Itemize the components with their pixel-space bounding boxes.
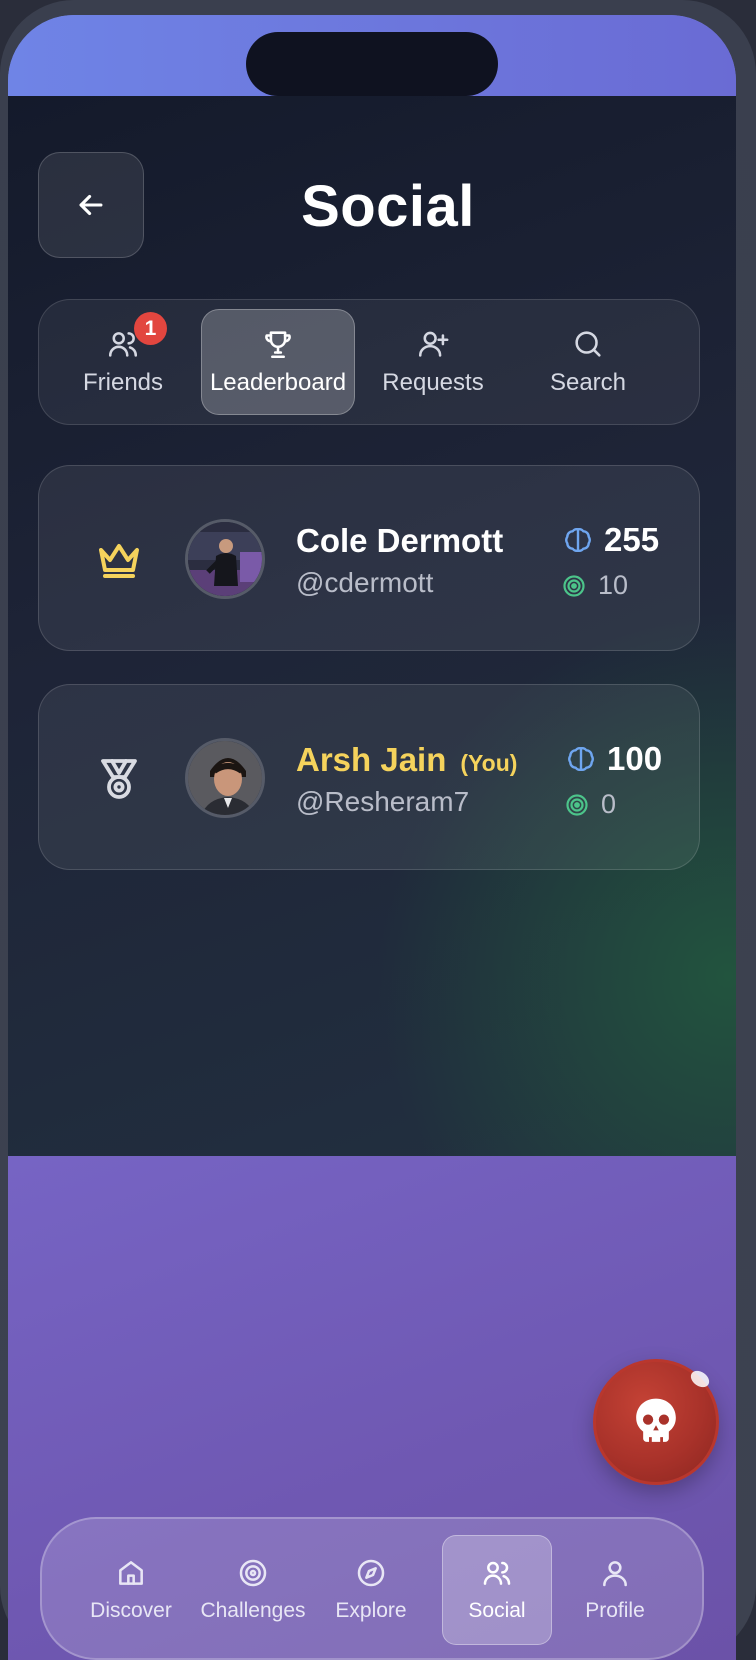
tab-label: Search bbox=[549, 369, 627, 396]
tab-bar: Friends 1 Leaderboard Requests Search bbox=[38, 299, 700, 425]
user-handle: @Resheram7 bbox=[296, 786, 470, 817]
brain-score-value: 100 bbox=[607, 740, 663, 777]
tab-label: Leaderboard bbox=[209, 369, 347, 396]
user-name: Cole Dermott bbox=[296, 522, 504, 559]
crown-icon bbox=[99, 544, 139, 578]
dynamic-island bbox=[246, 32, 498, 96]
brain-score: 255 bbox=[562, 521, 659, 559]
tab-requests[interactable]: Requests bbox=[356, 309, 510, 415]
trophy-icon bbox=[265, 331, 291, 359]
tab-search[interactable]: Search bbox=[511, 309, 665, 415]
nav-social[interactable]: Social bbox=[442, 1535, 552, 1645]
brain-icon bbox=[568, 747, 594, 771]
nav-label: Profile bbox=[585, 1599, 645, 1622]
target-score-value: 10 bbox=[598, 570, 629, 600]
tab-label: Requests bbox=[382, 369, 484, 396]
tab-leaderboard[interactable]: Leaderboard bbox=[201, 309, 355, 415]
avatar bbox=[185, 519, 265, 599]
search-icon bbox=[575, 331, 601, 357]
brain-score-value: 255 bbox=[604, 521, 660, 558]
user-name-row: Arsh Jain (You) bbox=[296, 741, 517, 779]
target-icon bbox=[239, 1559, 267, 1587]
you-label: (You) bbox=[460, 750, 518, 776]
avatar bbox=[185, 738, 265, 818]
nav-profile[interactable]: Profile bbox=[560, 1535, 670, 1645]
user-name: Arsh Jain bbox=[296, 741, 447, 778]
nav-challenges[interactable]: Challenges bbox=[192, 1535, 314, 1645]
target-score: 10 bbox=[562, 570, 628, 601]
users-icon bbox=[483, 1561, 511, 1585]
target-score: 0 bbox=[565, 789, 616, 820]
target-icon bbox=[566, 793, 588, 816]
leaderboard-row[interactable]: Arsh Jain (You) @Resheram7 100 0 bbox=[38, 684, 700, 870]
brain-score: 100 bbox=[565, 740, 662, 778]
target-score-value: 0 bbox=[601, 789, 617, 819]
nav-label: Social bbox=[468, 1599, 526, 1622]
back-button[interactable] bbox=[38, 152, 144, 258]
friends-badge: 1 bbox=[134, 312, 167, 345]
target-icon bbox=[563, 574, 585, 597]
tab-friends[interactable]: Friends 1 bbox=[46, 309, 200, 415]
bottom-nav: Discover Challenges Explore Social Profi… bbox=[40, 1517, 704, 1660]
skull-icon bbox=[636, 1398, 676, 1442]
medal-icon bbox=[101, 759, 137, 799]
nav-explore[interactable]: Explore bbox=[316, 1535, 426, 1645]
brain-icon bbox=[565, 528, 591, 552]
skull-button[interactable] bbox=[593, 1359, 719, 1485]
leaderboard-row[interactable]: Cole Dermott @cdermott 255 10 bbox=[38, 465, 700, 651]
home-icon bbox=[119, 1561, 143, 1585]
tab-label: Friends bbox=[82, 369, 164, 396]
page-title: Social bbox=[301, 174, 475, 239]
compass-icon bbox=[357, 1559, 385, 1587]
user-icon bbox=[603, 1561, 627, 1587]
nav-label: Explore bbox=[335, 1599, 407, 1622]
nav-label: Challenges bbox=[200, 1599, 306, 1622]
nav-discover[interactable]: Discover bbox=[76, 1535, 186, 1645]
nav-label: Discover bbox=[90, 1599, 172, 1622]
arrow-left-icon bbox=[79, 194, 103, 216]
user-plus-icon bbox=[418, 331, 449, 357]
user-handle: @cdermott bbox=[296, 567, 434, 598]
screen: Social Friends 1 Leaderboard Requests Se… bbox=[8, 15, 736, 1660]
